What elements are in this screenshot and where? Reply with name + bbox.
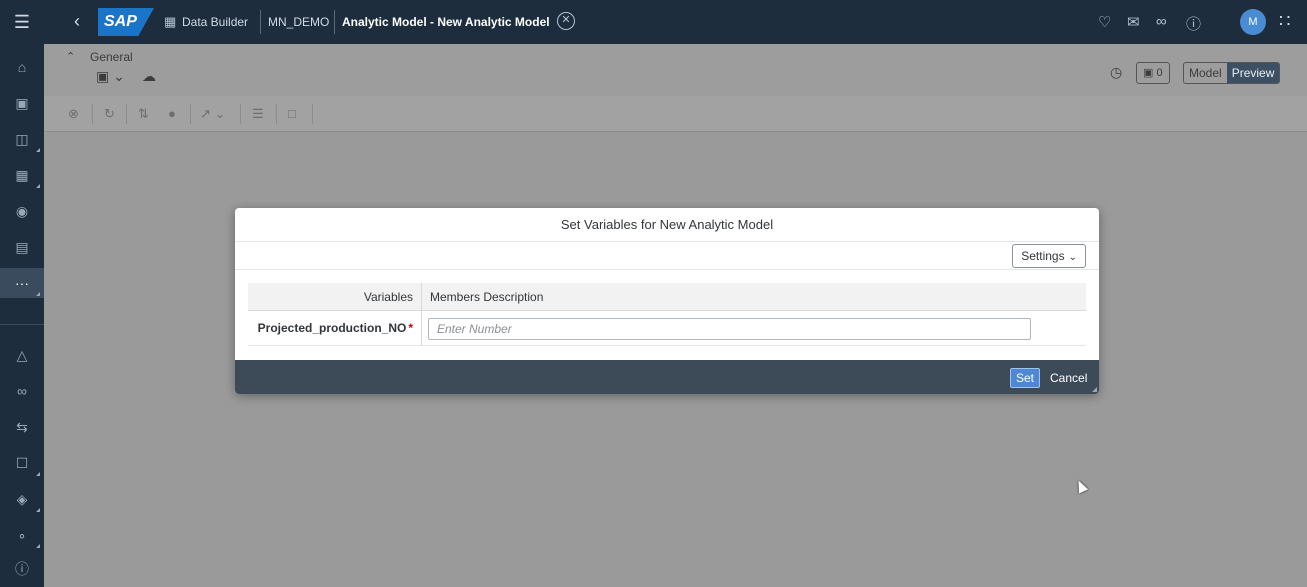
variable-name: Projected_production_NO * bbox=[248, 311, 422, 346]
feedback-icon[interactable]: ✉ bbox=[1127, 13, 1140, 31]
avatar[interactable]: M bbox=[1240, 9, 1266, 35]
filter-icon[interactable]: ⇅ bbox=[138, 106, 149, 122]
validation-badge[interactable]: ▣ 0 bbox=[1136, 62, 1170, 84]
help-icon[interactable]: ⓘ bbox=[1186, 13, 1201, 34]
column-header-variables: Variables bbox=[248, 283, 422, 311]
dialog-settings-bar: Settings ⌄ bbox=[235, 242, 1099, 270]
variable-label: Projected_production_NO bbox=[257, 321, 407, 335]
info-icon[interactable]: ⓘ bbox=[0, 554, 44, 584]
breadcrumb-current: Analytic Model - New Analytic Model bbox=[342, 15, 550, 29]
chevron-down-icon: ⌄ bbox=[1068, 252, 1077, 263]
packages-icon[interactable]: ◈ bbox=[0, 484, 44, 514]
toolbar-separator bbox=[126, 104, 127, 124]
sap-logo: SAP bbox=[98, 8, 154, 36]
data-integration-icon[interactable]: ∞ bbox=[0, 376, 44, 406]
deploy-icon[interactable]: ☁ bbox=[142, 68, 156, 85]
toolbar-separator bbox=[312, 104, 313, 124]
set-variables-dialog: Set Variables for New Analytic Model Set… bbox=[235, 208, 1099, 394]
home-icon[interactable]: ⌂ bbox=[0, 52, 44, 82]
tab-model[interactable]: Model bbox=[1184, 63, 1227, 83]
validation-count: 0 bbox=[1156, 67, 1163, 79]
variables-table: Variables Members Description Projected_… bbox=[248, 283, 1086, 346]
column-header-members-description: Members Description bbox=[430, 290, 544, 304]
business-builder-icon[interactable]: ◉ bbox=[0, 196, 44, 226]
refresh-icon[interactable]: ↻ bbox=[104, 106, 115, 122]
mode-switch: Model Preview bbox=[1183, 62, 1281, 84]
connections-icon[interactable]: ∘ bbox=[0, 520, 44, 550]
collapse-icon[interactable]: ⌃ bbox=[66, 50, 75, 63]
cancel-button[interactable]: Cancel bbox=[1050, 368, 1087, 388]
toolbar-separator bbox=[240, 104, 241, 124]
set-button[interactable]: Set bbox=[1010, 368, 1041, 388]
export-icon[interactable]: ↗ ⌄ bbox=[200, 106, 225, 122]
apps-grid-icon[interactable]: ∷ bbox=[1279, 11, 1290, 32]
breadcrumb-space[interactable]: MN_DEMO bbox=[268, 15, 329, 29]
table-header: Variables Members Description bbox=[248, 283, 1086, 311]
breadcrumb-data-builder[interactable]: Data Builder bbox=[182, 15, 248, 29]
shell-bar: ☰ ‹ SAP ▦ Data Builder MN_DEMO Analytic … bbox=[0, 0, 1307, 44]
nav-divider bbox=[0, 324, 44, 325]
data-marketplace-icon[interactable]: ▦ bbox=[0, 160, 44, 190]
bell-icon[interactable]: ♡ bbox=[1098, 13, 1111, 31]
breadcrumb-separator bbox=[260, 10, 261, 34]
toolbar: ⊗ ↻ ⇅ ● ↗ ⌄ ☰ □ bbox=[44, 96, 1307, 132]
resize-handle[interactable] bbox=[1092, 387, 1097, 392]
menu-icon[interactable]: ☰ bbox=[0, 0, 44, 44]
data-builder-icon[interactable]: ▤ bbox=[0, 232, 44, 262]
panel-icon[interactable]: □ bbox=[288, 106, 296, 121]
cancel-icon[interactable]: ⊗ bbox=[68, 106, 79, 122]
tab-preview[interactable]: Preview bbox=[1226, 63, 1280, 83]
clock-icon[interactable]: ◷ bbox=[1110, 64, 1122, 81]
data-access-icon[interactable]: △ bbox=[0, 340, 44, 370]
dialog-title: Set Variables for New Analytic Model bbox=[235, 208, 1099, 242]
breadcrumb-separator bbox=[334, 10, 335, 34]
layout-icon[interactable]: ☰ bbox=[252, 106, 264, 122]
transformation-icon[interactable]: ⇆ bbox=[0, 412, 44, 442]
settings-label: Settings bbox=[1021, 249, 1065, 263]
toolbar-separator bbox=[190, 104, 191, 124]
save-icon[interactable]: ▣ ⌄ bbox=[96, 68, 125, 85]
side-navigation: ⌂ ▣ ◫ ▦ ◉ ▤ ··· △ ∞ ⇆ ☐ ◈ ∘ ⓘ bbox=[0, 44, 44, 587]
back-icon[interactable]: ‹ bbox=[74, 12, 80, 30]
table-row: Projected_production_NO * bbox=[248, 311, 1086, 346]
repository-icon[interactable]: ▣ bbox=[0, 88, 44, 118]
data-builder-icon: ▦ bbox=[164, 14, 177, 29]
settings-button[interactable]: Settings ⌄ bbox=[1012, 244, 1086, 268]
toolbar-separator bbox=[276, 104, 277, 124]
link-icon[interactable]: ∞ bbox=[1156, 13, 1167, 30]
object-header: ⌃ General ▣ ⌄ ☁ ◷ ▣ 0 Model Preview bbox=[44, 44, 1307, 96]
section-title: General bbox=[90, 50, 133, 64]
more-icon[interactable]: ··· bbox=[0, 268, 44, 298]
security-icon[interactable]: ☐ bbox=[0, 448, 44, 478]
info-icon[interactable]: ● bbox=[168, 106, 176, 121]
close-tab-icon[interactable]: ✕ bbox=[557, 12, 575, 30]
catalog-icon[interactable]: ◫ bbox=[0, 124, 44, 154]
required-marker: * bbox=[408, 321, 413, 335]
toolbar-separator bbox=[92, 104, 93, 124]
variable-value-input[interactable] bbox=[428, 318, 1031, 340]
dialog-footer: Set Cancel bbox=[235, 360, 1099, 394]
